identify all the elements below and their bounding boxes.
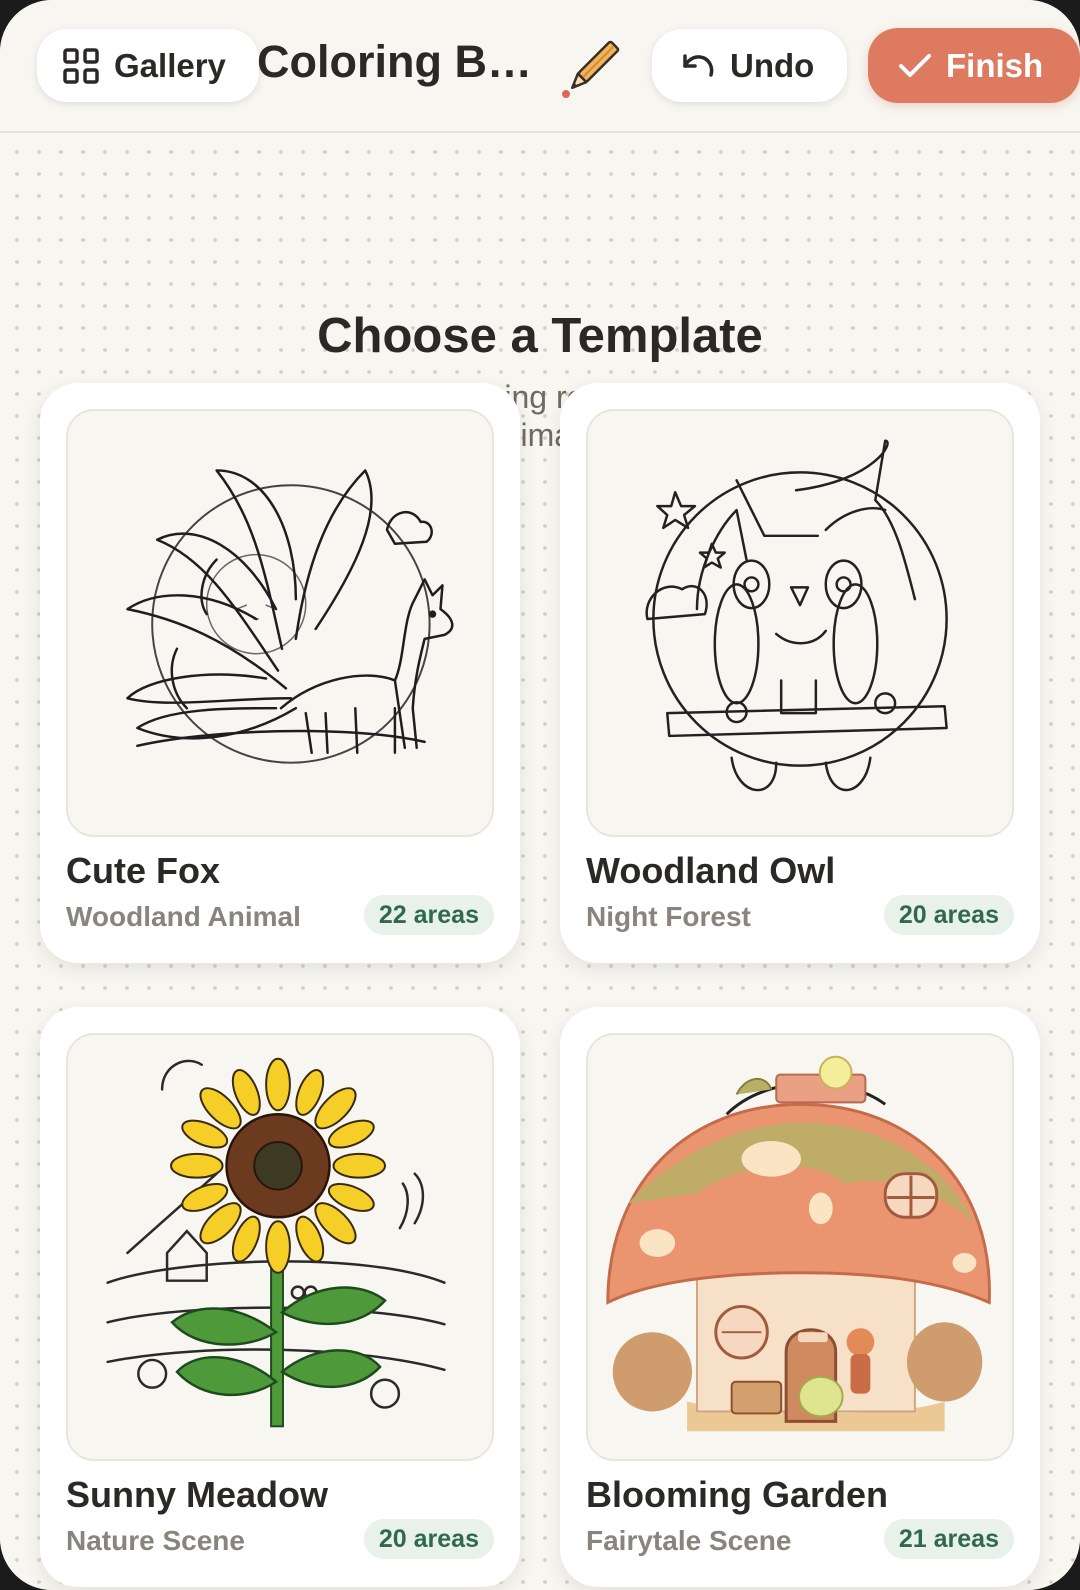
card-title: Sunny Meadow [66, 1474, 329, 1515]
mushroom-house-illustration [586, 1033, 1014, 1461]
pencil-icon [562, 40, 620, 98]
app-screen: Choose a Template Tap an illustration to… [0, 0, 1080, 1590]
page-heading: Choose a Template [317, 309, 763, 363]
grid-icon [63, 47, 99, 84]
owl-illustration [586, 409, 1014, 837]
template-card-blooming-garden[interactable]: Blooming Garden Fairytale Scene 21 areas [560, 1007, 1040, 1587]
undo-button[interactable]: Undo [652, 29, 847, 102]
mushroom-house-drawing [606, 1055, 991, 1432]
top-bar: Gallery Coloring B… Undo Finish [0, 0, 1080, 133]
undo-label: Undo [730, 46, 815, 84]
areas-badge: 20 areas [363, 1519, 494, 1559]
finish-label: Finish [946, 46, 1044, 84]
areas-badge: 20 areas [883, 895, 1014, 935]
check-icon [899, 53, 931, 77]
card-category: Woodland Animal [66, 901, 301, 932]
finish-button[interactable]: Finish [868, 28, 1080, 103]
card-title: Blooming Garden [586, 1474, 889, 1515]
areas-badge: 22 areas [363, 895, 494, 935]
fox-drawing [126, 469, 454, 764]
gallery-label: Gallery [114, 46, 226, 84]
sunflower-drawing [106, 1057, 446, 1428]
card-category: Nature Scene [66, 1525, 245, 1556]
areas-badge: 21 areas [883, 1519, 1014, 1559]
template-card-sunny-meadow[interactable]: Sunny Meadow Nature Scene 20 areas [40, 1007, 520, 1587]
app-title: Coloring B… [257, 36, 527, 87]
fox-illustration [66, 409, 494, 837]
template-card-woodland-owl[interactable]: Woodland Owl Night Forest 20 areas [560, 383, 1040, 963]
card-title: Woodland Owl [586, 850, 836, 891]
gallery-button[interactable]: Gallery [37, 29, 259, 102]
undo-icon [683, 53, 714, 77]
card-category: Fairytale Scene [586, 1525, 792, 1556]
card-category: Night Forest [586, 901, 751, 932]
sunflower-illustration [66, 1033, 494, 1461]
card-title: Cute Fox [66, 850, 221, 891]
template-card-cute-fox[interactable]: Cute Fox Woodland Animal 22 areas [40, 383, 520, 963]
owl-drawing [645, 439, 948, 792]
